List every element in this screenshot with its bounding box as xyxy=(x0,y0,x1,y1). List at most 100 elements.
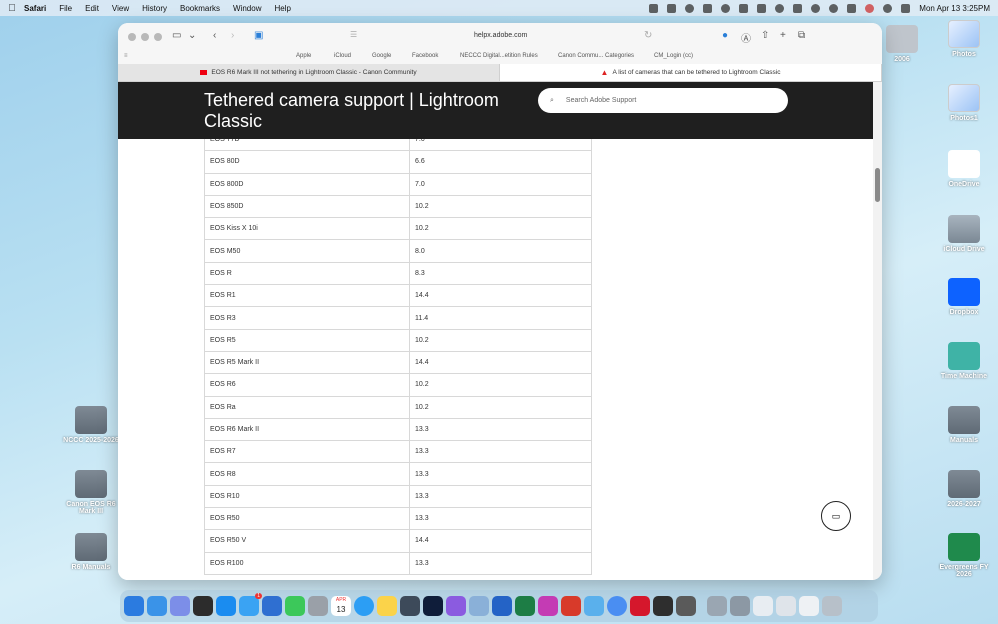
eu-app-icon[interactable] xyxy=(561,596,581,616)
contacts-icon[interactable] xyxy=(308,596,328,616)
document-stack-icon[interactable] xyxy=(776,596,796,616)
desktop-icon-onedrive[interactable]: OneDrive xyxy=(933,150,995,188)
siri-icon[interactable] xyxy=(901,3,911,13)
chat-button[interactable]: ▭ xyxy=(821,501,851,531)
wiki-app-icon[interactable] xyxy=(584,596,604,616)
folder-stack-icon[interactable] xyxy=(707,596,727,616)
notification-status-icon[interactable] xyxy=(865,3,875,13)
acrobat-icon[interactable] xyxy=(630,596,650,616)
sync-status-icon[interactable] xyxy=(685,3,695,13)
menu-safari[interactable]: Safari xyxy=(24,4,46,13)
favorite-cm-login[interactable]: CM_Login (cc) xyxy=(654,53,693,59)
pdf-tool-icon[interactable] xyxy=(676,596,696,616)
excel-icon[interactable] xyxy=(515,596,535,616)
favorite-google[interactable]: Google xyxy=(372,53,391,59)
launchpad-icon[interactable] xyxy=(170,596,190,616)
battery-icon[interactable] xyxy=(793,3,803,13)
page-scrollbar[interactable] xyxy=(873,82,882,580)
document-stack-icon[interactable] xyxy=(753,596,773,616)
font-app-icon[interactable] xyxy=(653,596,673,616)
table-row: EOS R3 11.4 xyxy=(204,306,592,330)
forward-icon[interactable]: › xyxy=(231,30,234,41)
desktop-icon-time-machine[interactable]: Time Machine xyxy=(933,342,995,380)
folder-stack-icon[interactable] xyxy=(730,596,750,616)
desktop-icon-dropbox[interactable]: Dropbox xyxy=(933,278,995,316)
desktop-icon-canon-r6[interactable]: Canon EOS R6 Mark III xyxy=(60,470,122,515)
favorite-neccc[interactable]: NECCC Digital...etition Rules xyxy=(460,53,538,59)
new-tab-icon[interactable]: + xyxy=(780,30,786,41)
mail-icon[interactable]: 1 xyxy=(239,593,262,616)
search-input[interactable]: ⌕ Search Adobe Support xyxy=(538,88,788,113)
tab-canon-community[interactable]: EOS R6 Mark III not tethering in Lightro… xyxy=(118,64,500,81)
desktop-icon-photos1[interactable]: Photos1 xyxy=(933,84,995,122)
creative-cloud-status-icon[interactable] xyxy=(775,3,785,13)
apple-menu-icon[interactable]:  xyxy=(0,3,24,14)
calendar-icon[interactable]: APR 13 xyxy=(331,596,351,616)
spotlight-search-icon[interactable] xyxy=(883,3,893,13)
clipboard-status-icon[interactable] xyxy=(739,3,749,13)
menu-clock[interactable]: Mon Apr 13 3:25PM xyxy=(919,4,990,13)
preview-icon[interactable] xyxy=(469,596,489,616)
display-status-icon[interactable] xyxy=(757,3,767,13)
menu-edit[interactable]: Edit xyxy=(85,4,99,13)
reader-icon[interactable]: ☰ xyxy=(350,30,357,39)
favorite-facebook[interactable]: Facebook xyxy=(412,53,438,59)
sidebar-toggle-icon[interactable]: ▭ xyxy=(172,30,181,41)
favorites-menu-icon[interactable]: ≡ xyxy=(124,53,128,59)
icloud-icon[interactable] xyxy=(147,596,167,616)
desktop-icon-icloud-drive[interactable]: iCloud Drive xyxy=(933,215,995,253)
finder-icon[interactable] xyxy=(124,596,144,616)
share-icon[interactable]: ⇧ xyxy=(761,30,769,41)
lightroom-classic-icon[interactable] xyxy=(423,596,443,616)
word-icon[interactable] xyxy=(492,596,512,616)
desktop-icon-photos[interactable]: Photos xyxy=(933,20,995,58)
notes-icon[interactable] xyxy=(377,596,397,616)
safari-icon[interactable] xyxy=(354,596,374,616)
trash-icon[interactable] xyxy=(822,596,842,616)
extension-icon[interactable]: ● xyxy=(722,30,728,41)
menu-window[interactable]: Window xyxy=(233,4,261,13)
menu-history[interactable]: History xyxy=(142,4,167,13)
favorite-icloud[interactable]: iCloud xyxy=(334,53,351,59)
wifi-icon[interactable] xyxy=(829,3,839,13)
time-machine-status-icon[interactable] xyxy=(811,3,821,13)
onenote-icon[interactable] xyxy=(538,596,558,616)
chrome-icon[interactable] xyxy=(607,596,627,616)
minimize-button[interactable] xyxy=(141,33,149,41)
camera-model-cell: EOS Ra xyxy=(204,395,410,419)
menu-file[interactable]: File xyxy=(59,4,72,13)
dpp-icon[interactable] xyxy=(446,596,466,616)
menu-bookmarks[interactable]: Bookmarks xyxy=(180,4,220,13)
menu-view[interactable]: View xyxy=(112,4,129,13)
favorite-apple[interactable]: Apple xyxy=(296,53,311,59)
desktop-icon-nccc[interactable]: NCCC 2025-2026 xyxy=(60,406,122,444)
control-center-icon[interactable] xyxy=(847,3,857,13)
translate-icon[interactable]: Ⓐ xyxy=(741,30,751,45)
zoom-button[interactable] xyxy=(154,33,162,41)
app-store-icon[interactable] xyxy=(216,596,236,616)
scrollbar-thumb[interactable] xyxy=(875,168,880,202)
address-bar[interactable]: helpx.adobe.com xyxy=(474,32,527,39)
menu-help[interactable]: Help xyxy=(274,4,290,13)
desktop-icon-evergreens[interactable]: Evergreens FY 2026 xyxy=(933,533,995,578)
tab-tether-list[interactable]: ▲ A list of cameras that can be tethered… xyxy=(500,64,882,81)
dropbox-status-icon[interactable] xyxy=(667,3,677,13)
mission-control-icon[interactable] xyxy=(193,596,213,616)
camera-utility-icon[interactable] xyxy=(400,596,420,616)
favorite-canon[interactable]: Canon Commu... Categories xyxy=(558,53,634,59)
messages-icon[interactable] xyxy=(285,596,305,616)
outlook-icon[interactable] xyxy=(262,596,282,616)
chevron-down-icon[interactable]: ⌄ xyxy=(188,30,196,41)
back-icon[interactable]: ‹ xyxy=(213,30,216,41)
desktop-icon-r6-manuals[interactable]: R6 Manuals xyxy=(60,533,122,571)
desktop-icon-2026-2027[interactable]: 2026-2027 xyxy=(933,470,995,508)
reload-icon[interactable]: ↻ xyxy=(644,30,652,41)
desktop-icon-manuals[interactable]: Manuals xyxy=(933,406,995,444)
cloud-status-icon[interactable] xyxy=(721,3,731,13)
status-app-icon[interactable] xyxy=(649,3,659,13)
document-stack-icon[interactable] xyxy=(799,596,819,616)
tab-overview-icon[interactable]: ▣ xyxy=(254,30,263,41)
tabs-icon[interactable]: ⧉ xyxy=(798,30,805,41)
close-button[interactable] xyxy=(128,33,136,41)
malwarebytes-status-icon[interactable] xyxy=(703,3,713,13)
